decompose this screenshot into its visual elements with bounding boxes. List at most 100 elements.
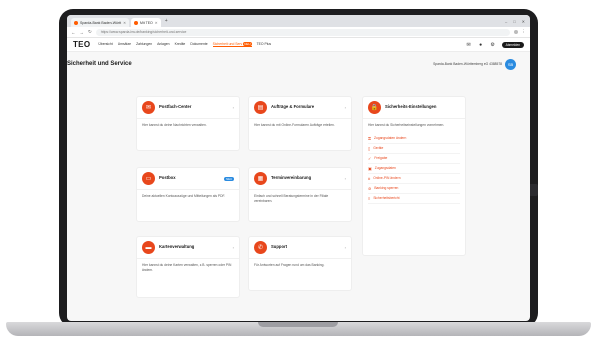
reload-icon[interactable]: ↻ [88, 29, 92, 35]
nav-new-badge: NEU [243, 42, 252, 46]
browser-tab-bar: Sparda-Bank Baden-Württ ✕ Mit TEO ✕ + – … [67, 15, 530, 27]
card-description: Hier kannst du deine Karten verwalten, z… [142, 263, 232, 272]
page-title: Sicherheit und Service [67, 61, 132, 67]
security-link-label: Zugangsdaten [374, 166, 396, 171]
nav-item-sicherheit-label: Sicherheit und Serv [212, 42, 243, 46]
bell-icon[interactable]: ● [478, 42, 484, 48]
new-badge: NEU [224, 176, 234, 181]
security-link[interactable]: # Online-PIN ändern [368, 174, 460, 184]
nav-item-anlagen[interactable]: Anlagen [157, 42, 169, 47]
avatar[interactable]: SB [505, 58, 516, 70]
favicon-icon [74, 20, 78, 25]
card-karten[interactable]: ▬ Kartenverwaltung › Hier kannst du deine … [136, 236, 240, 298]
calendar-icon: ▦ [254, 172, 267, 185]
card-support[interactable]: ✆ Support › Für Antworten auf Fragen rund … [248, 236, 352, 291]
tab-label: Mit TEO [140, 20, 153, 25]
security-link-label: Sicherheitsbericht [373, 196, 400, 201]
card-title: Aufträge & Formulare [271, 104, 315, 110]
security-link-label: Geräte [373, 146, 384, 151]
card-sicherheit[interactable]: 🔒 Sicherheits-Einstellungen Hier kannst d… [362, 96, 466, 256]
nav-item-sicherheit[interactable]: Sicherheit und Serv NEU [212, 42, 252, 47]
security-link-label: Freigabe [374, 156, 388, 161]
card-title: Postfach-Center [159, 104, 192, 110]
key-icon: ⚿ [368, 135, 372, 141]
card-auftraege[interactable]: ▤ Aufträge & Formulare › Hier kannst du mi… [248, 96, 352, 151]
chevron-right-icon: › [344, 245, 346, 250]
card-title: Support [271, 244, 288, 250]
teo-logo[interactable]: TEO [73, 40, 90, 49]
gear-icon[interactable]: ⚙ [490, 42, 496, 48]
nav-links: Übersicht Umsätze Zahlungen Anlagen Kred… [98, 42, 271, 47]
minimize-icon[interactable]: – [505, 19, 507, 24]
extension-icon[interactable] [513, 30, 518, 34]
card-icon: ▬ [142, 241, 155, 254]
logout-button[interactable]: Abmelden [501, 41, 524, 48]
card-description: Hier kannst du mit Online-Formularen Auf… [254, 123, 335, 127]
close-tab-icon[interactable]: ✕ [155, 21, 158, 25]
card-description: Für Antworten auf Fragen rund um das Ban… [254, 263, 325, 267]
close-window-icon[interactable]: ✕ [522, 19, 525, 24]
id-icon: ▣ [368, 165, 372, 171]
favicon-icon [134, 20, 138, 25]
security-link[interactable]: ⚿ Zugangsdaten ändern [368, 134, 460, 144]
laptop-notch [258, 322, 338, 327]
browser-menu-icon[interactable]: ⋮ [522, 29, 527, 35]
nav-item-teo-plus[interactable]: TEO Plus [257, 42, 272, 47]
maximize-icon[interactable]: □ [513, 19, 515, 24]
close-tab-icon[interactable]: ✕ [123, 21, 126, 25]
security-link-label: Online-PIN ändern [373, 176, 401, 181]
chevron-right-icon: › [232, 105, 234, 110]
site-navigation: TEO Übersicht Umsätze Zahlungen Anlagen … [67, 38, 530, 52]
security-link[interactable]: ✓ Freigabe [368, 154, 460, 164]
card-postbox[interactable]: ▭ Postbox NEU Deine aktuellen Kontoauszüge… [136, 167, 240, 222]
laptop-mockup: Sparda-Bank Baden-Württ ✕ Mit TEO ✕ + – … [0, 0, 597, 344]
mail-icon[interactable]: ✉ [466, 42, 472, 48]
security-link[interactable]: ▣ Zugangsdaten [368, 164, 460, 174]
account-switcher[interactable]: Sparda-Bank Baden-Württemberg eG 4388578… [433, 58, 516, 70]
card-description: Hier kannst du deine Nachrichten verwalt… [142, 123, 207, 127]
check-icon: ✓ [368, 155, 372, 161]
security-link[interactable]: ⊘ Banking sperren [368, 184, 460, 194]
new-tab-button[interactable]: + [165, 18, 168, 24]
card-termin[interactable]: ▦ Terminvereinbarung › Einfach und schnell… [248, 167, 352, 222]
card-title: Kartenverwaltung [159, 244, 195, 250]
url-field[interactable]: https://www.sparda-bw.de/banking/sicherh… [95, 28, 510, 36]
address-bar-row: ← → ↻ https://www.sparda-bw.de/banking/s… [67, 27, 530, 38]
security-link[interactable]: ≡ Sicherheitsbericht [368, 194, 460, 204]
security-links: ⚿ Zugangsdaten ändern ▯ Geräte ✓ Freigabe ▣… [363, 132, 465, 206]
card-description: Einfach und schnell Beratungstermine in … [254, 194, 329, 203]
account-label: Sparda-Bank Baden-Württemberg eG 4388578 [433, 62, 502, 66]
security-link[interactable]: ▯ Geräte [368, 144, 460, 154]
nav-item-dokumente[interactable]: Dokumente [190, 42, 207, 47]
phone-icon: ✆ [254, 241, 267, 254]
card-title: Postbox [159, 175, 176, 181]
browser-tab[interactable]: Sparda-Bank Baden-Württ ✕ [71, 18, 129, 27]
mail-icon: ✉ [142, 101, 155, 114]
security-link-label: Zugangsdaten ändern [374, 136, 407, 141]
nav-item-umsaetze[interactable]: Umsätze [118, 42, 131, 47]
chevron-right-icon: › [232, 245, 234, 250]
laptop-side-tab [529, 184, 538, 196]
security-link-label: Banking sperren [374, 186, 399, 191]
card-postfach[interactable]: ✉ Postfach-Center › Hier kannst du deine N… [136, 96, 240, 151]
report-icon: ≡ [368, 195, 371, 201]
document-icon: ▤ [254, 101, 267, 114]
chevron-right-icon: › [344, 176, 346, 181]
nav-item-zahlungen[interactable]: Zahlungen [136, 42, 152, 47]
inbox-icon: ▭ [142, 172, 155, 185]
card-title: Sicherheits-Einstellungen [385, 104, 437, 110]
block-icon: ⊘ [368, 185, 372, 191]
forward-icon[interactable]: → [80, 30, 85, 35]
device-icon: ▯ [368, 145, 371, 151]
back-icon[interactable]: ← [71, 30, 76, 35]
card-description: Deine aktuellen Kontoauszüge und Mitteil… [142, 194, 226, 198]
chevron-right-icon: › [344, 105, 346, 110]
nav-item-kredite[interactable]: Kredite [175, 42, 186, 47]
card-title: Terminvereinbarung [271, 175, 312, 181]
tab-label: Sparda-Bank Baden-Württ [80, 20, 122, 25]
nav-actions: ✉ ● ⚙ Abmelden [466, 41, 524, 48]
nav-item-uebersicht[interactable]: Übersicht [98, 42, 112, 47]
browser-tab-active[interactable]: Mit TEO ✕ [131, 18, 161, 27]
lock-icon: 🔒 [368, 101, 381, 114]
card-description: Hier kannst du Sicherheitseinstellungen … [368, 123, 445, 127]
